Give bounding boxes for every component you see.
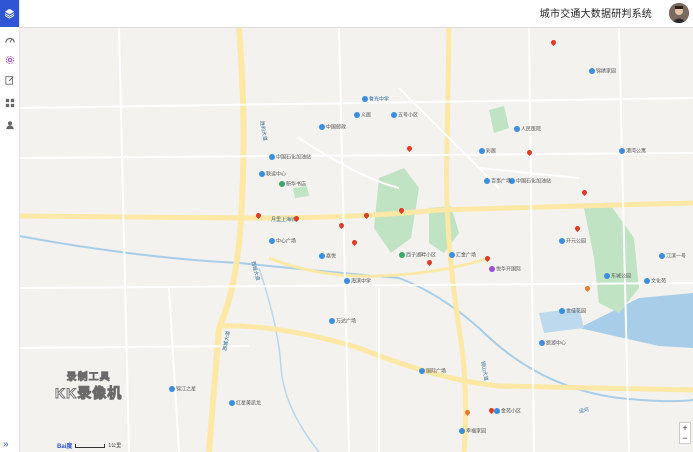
poi-label: 东城公园 bbox=[604, 273, 631, 279]
poi-label: 嘉悦 bbox=[319, 253, 336, 259]
dashboard-icon[interactable] bbox=[3, 33, 16, 46]
poi-label: 幸福家园 bbox=[459, 428, 486, 434]
poi-label: 锦江之星 bbox=[169, 386, 196, 392]
sidebar: » bbox=[0, 0, 20, 452]
poi-label: 万达广场 bbox=[329, 318, 356, 324]
scale-label: 1公里 bbox=[108, 443, 122, 449]
poi-label: 人民医院 bbox=[514, 126, 541, 132]
avatar[interactable] bbox=[669, 3, 689, 23]
poi-label: 新华书店 bbox=[279, 181, 306, 187]
poi-label: 中国石化加油站 bbox=[269, 154, 311, 160]
poi-label: 五号小区 bbox=[391, 112, 418, 118]
road-label: 月里上海城 bbox=[271, 217, 297, 223]
expand-sidebar-button[interactable]: » bbox=[3, 439, 9, 450]
poi-label: 江滨一号 bbox=[659, 253, 686, 259]
zoom-out-button[interactable]: − bbox=[680, 433, 690, 443]
poi-label: 中国邮政 bbox=[319, 124, 346, 130]
settings-icon[interactable] bbox=[3, 53, 16, 66]
poi-label: 海滨中学 bbox=[344, 278, 371, 284]
poi-label: 汇金广场 bbox=[449, 252, 476, 258]
layers-icon[interactable] bbox=[0, 0, 19, 27]
poi-label: 悦华开国际 bbox=[489, 266, 521, 272]
poi-label: 义居 bbox=[354, 112, 371, 118]
poi-label: 中国石化加油站 bbox=[509, 178, 551, 184]
poi-label: 开元公园 bbox=[559, 238, 586, 244]
page-title: 城市交通大数据研判系统 bbox=[539, 9, 652, 20]
poi-label: 港湾公寓 bbox=[619, 148, 646, 154]
top-header: 城市交通大数据研判系统 bbox=[19, 0, 693, 28]
scale-bar: Bai度 1公里 bbox=[57, 441, 121, 450]
poi-label: 西子湖畔小区 bbox=[399, 252, 436, 258]
poi-label: 红星美凯龙 bbox=[229, 400, 261, 406]
poi-label: 文化苑 bbox=[644, 278, 666, 284]
poi-label: 联运中心 bbox=[259, 171, 286, 177]
scale-line bbox=[75, 443, 106, 448]
poi-label: 国际广场 bbox=[419, 368, 446, 374]
poi-label: 锦绣家园 bbox=[589, 68, 616, 74]
zoom-in-button[interactable]: + bbox=[680, 423, 690, 433]
recorder-watermark: 录制工具 KK录像机 bbox=[55, 372, 123, 402]
poi-label: 中心广场 bbox=[269, 238, 296, 244]
map-canvas[interactable]: 胜利大道 西城大道 铜山大道 西城大道 月里上海城 中国石化加油站 联运中心 鲁… bbox=[19, 28, 693, 452]
baidu-logo: Bai度 bbox=[57, 444, 73, 450]
poi-label: 鲁光中学 bbox=[362, 96, 389, 102]
poi-label: 旅游中心 bbox=[539, 340, 566, 346]
user-icon[interactable] bbox=[3, 118, 16, 131]
poi-label: 百事广场 bbox=[484, 178, 511, 184]
grid-icon[interactable] bbox=[3, 96, 16, 109]
poi-label: 彩居 bbox=[479, 148, 496, 154]
poi-label: 世佳花园 bbox=[559, 308, 586, 314]
edit-icon[interactable] bbox=[3, 73, 16, 86]
poi-label: 金苑小区 bbox=[494, 408, 521, 414]
zoom-control: + − bbox=[679, 422, 691, 444]
